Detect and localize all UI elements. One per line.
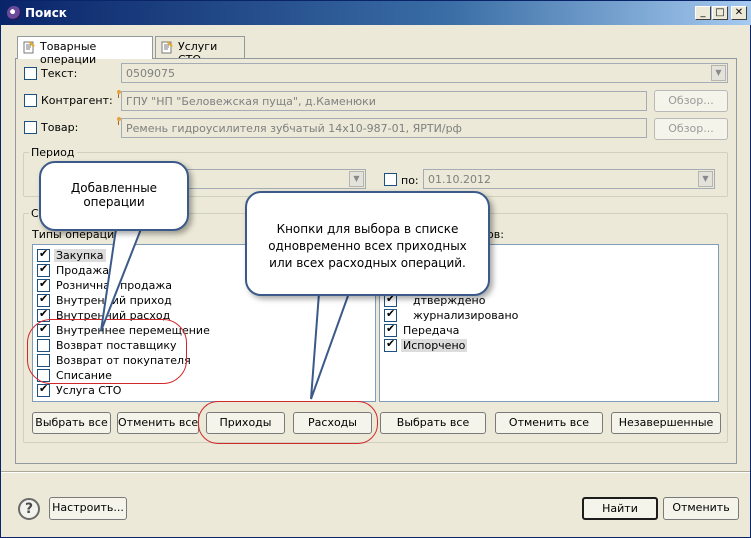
op-types-deselect-all-button[interactable]: Отменить все bbox=[117, 412, 199, 434]
added-ops-highlight bbox=[27, 319, 187, 384]
text-filter-input[interactable]: 0509075 bbox=[121, 63, 728, 83]
counterparty-filter-label: Контрагент: bbox=[41, 94, 113, 107]
counterparty-input[interactable]: ГПУ "НП "Беловежская пуща", д.Каменюки bbox=[121, 91, 647, 111]
tab-goods-operations[interactable]: Товарные операции bbox=[17, 36, 153, 66]
product-browse-button[interactable]: Обзор... bbox=[654, 118, 728, 140]
list-item[interactable]: Услуга СТО bbox=[37, 382, 367, 398]
app-icon bbox=[7, 6, 21, 20]
callout-text: Кнопки для выбора в списке одновременно … bbox=[268, 222, 467, 270]
text-filter-label: Текст: bbox=[41, 67, 78, 80]
close-button[interactable]: ✕ bbox=[731, 6, 747, 20]
product-filter-label: Товар: bbox=[41, 121, 79, 134]
chevron-down-icon[interactable]: ▼ bbox=[698, 171, 713, 187]
period-to-input[interactable]: 01.10.2012 bbox=[423, 169, 715, 189]
product-input[interactable]: Ремень гидроусилителя зубчатый 14x10-987… bbox=[121, 118, 647, 138]
product-filter-checkbox[interactable] bbox=[24, 121, 37, 134]
list-item[interactable]: Испорчено bbox=[384, 337, 714, 353]
find-button[interactable]: Найти bbox=[582, 497, 658, 520]
period-to-label: по: bbox=[401, 174, 419, 187]
checkbox[interactable] bbox=[384, 337, 397, 352]
period-group-title: Период bbox=[29, 146, 77, 159]
checkbox[interactable] bbox=[37, 247, 50, 262]
checkbox[interactable] bbox=[384, 322, 397, 337]
counterparty-filter-checkbox[interactable] bbox=[24, 94, 37, 107]
checkbox[interactable] bbox=[37, 292, 50, 307]
checkbox[interactable] bbox=[37, 262, 50, 277]
callout-text: Добавленные операции bbox=[70, 181, 158, 209]
text-filter-checkbox[interactable] bbox=[24, 67, 37, 80]
operations-icon bbox=[23, 41, 35, 54]
configure-button[interactable]: Настроить... bbox=[49, 497, 127, 520]
checkbox[interactable] bbox=[37, 277, 50, 292]
chevron-down-icon[interactable]: ▼ bbox=[711, 65, 726, 81]
title-bar[interactable]: Поиск _ □ ✕ bbox=[1, 1, 751, 25]
tab-sto-services[interactable]: Услуги СТО bbox=[155, 36, 245, 66]
buttons-highlight bbox=[198, 401, 378, 444]
list-item[interactable]: журнализировано bbox=[384, 307, 714, 323]
statuses-deselect-all-button[interactable]: Отменить все bbox=[495, 412, 603, 434]
checkbox[interactable] bbox=[384, 307, 397, 322]
help-icon[interactable]: ? bbox=[18, 498, 40, 520]
footer-separator bbox=[1, 471, 750, 473]
statuses-select-all-button[interactable]: Выбрать все bbox=[380, 412, 486, 434]
buttons-note-callout: Кнопки для выбора в списке одновременно … bbox=[245, 191, 490, 296]
unfinished-button[interactable]: Незавершенные bbox=[611, 412, 721, 434]
period-to-checkbox[interactable] bbox=[384, 173, 397, 186]
checkbox[interactable] bbox=[37, 382, 50, 397]
period-from-input[interactable] bbox=[161, 169, 366, 189]
op-types-select-all-button[interactable]: Выбрать все bbox=[32, 412, 111, 434]
window-title: Поиск bbox=[25, 6, 67, 20]
maximize-button[interactable]: □ bbox=[712, 6, 728, 20]
added-operations-callout: Добавленные операции bbox=[39, 161, 189, 231]
minimize-button[interactable]: _ bbox=[695, 6, 711, 20]
list-item[interactable]: Передача bbox=[384, 322, 714, 338]
services-icon bbox=[161, 41, 173, 54]
chevron-down-icon[interactable]: ▼ bbox=[349, 171, 364, 187]
tab-label: Товарные операции bbox=[40, 40, 97, 66]
counterparty-browse-button[interactable]: Обзор... bbox=[654, 90, 728, 112]
cancel-button[interactable]: Отменить bbox=[663, 497, 739, 520]
search-dialog: Поиск _ □ ✕ Товарные операции Услуги СТО… bbox=[0, 0, 751, 538]
